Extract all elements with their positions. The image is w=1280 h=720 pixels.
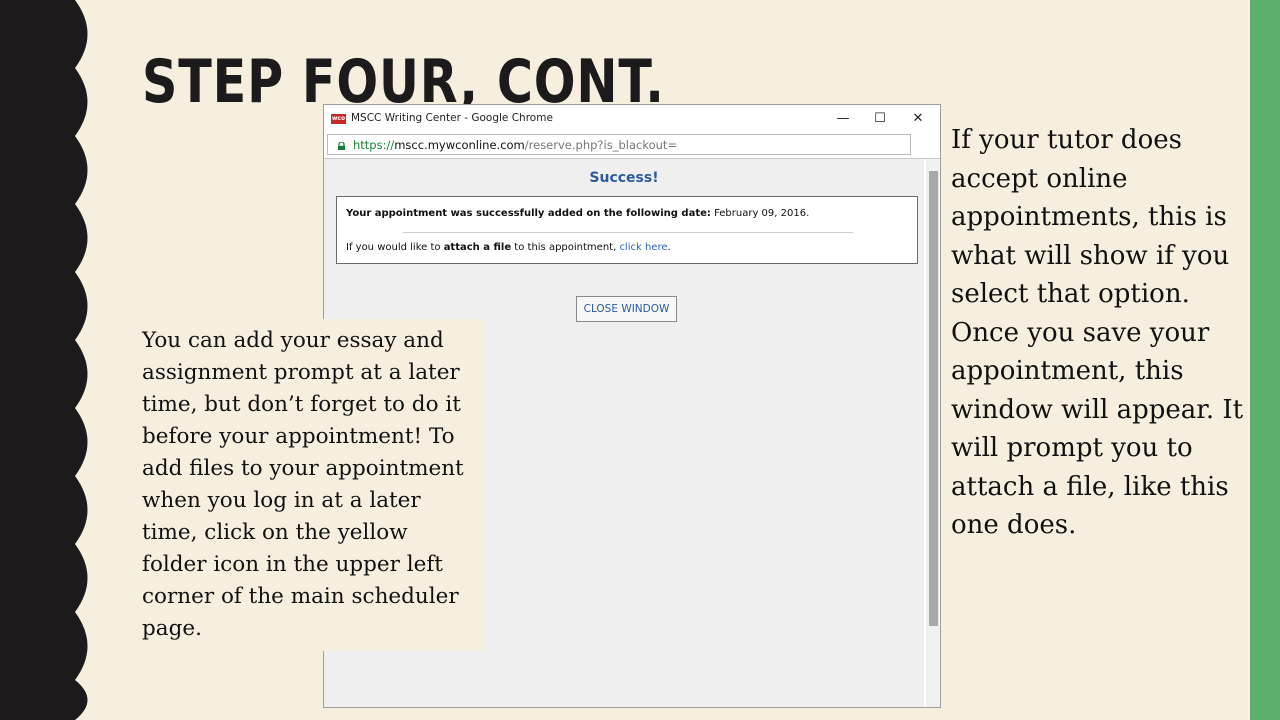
url-protocol: https:// — [353, 138, 395, 152]
window-titlebar: wco MSCC Writing Center - Google Chrome … — [324, 105, 940, 133]
url-field[interactable]: https://mscc.mywconline.com/reserve.php?… — [327, 134, 911, 155]
slide: STEP FOUR, CONT. wco MSCC Writing Center… — [0, 0, 1280, 720]
close-window-button[interactable]: CLOSE WINDOW — [576, 296, 677, 322]
minimize-button[interactable]: — — [832, 108, 854, 130]
maximize-button[interactable]: ☐ — [869, 108, 891, 130]
url-host: mscc.mywconline.com — [394, 138, 525, 152]
attach-end: . — [667, 242, 671, 253]
confirmation-message-box: Your appointment was successfully added … — [336, 196, 918, 264]
right-note-text: If your tutor does accept online appoint… — [951, 125, 1244, 540]
left-note-text: You can add your essay and assignment pr… — [128, 319, 484, 651]
divider — [403, 232, 853, 233]
window-title: MSCC Writing Center - Google Chrome — [351, 112, 553, 124]
url-path: /reserve.php?is_blackout= — [524, 138, 678, 152]
attach-file-text: attach a file — [443, 242, 512, 253]
url-text: https://mscc.mywconline.com/reserve.php?… — [353, 138, 677, 152]
attach-prefix: If you would like to — [346, 242, 444, 253]
confirmation-line: Your appointment was successfully added … — [346, 208, 809, 219]
address-bar: https://mscc.mywconline.com/reserve.php?… — [324, 133, 940, 159]
appointment-date: February 09, 2016. — [710, 208, 810, 219]
click-here-link[interactable]: click here — [619, 242, 667, 253]
lock-icon — [338, 142, 345, 150]
attach-mid: to this appointment, — [511, 242, 620, 253]
attach-file-line: If you would like to attach a file to th… — [346, 242, 671, 253]
close-window-x-button[interactable]: ✕ — [907, 108, 929, 130]
wco-app-icon: wco — [331, 114, 346, 124]
vertical-scrollbar[interactable] — [926, 159, 940, 707]
wavy-left-border — [0, 0, 88, 720]
green-right-band — [1250, 0, 1280, 720]
scrollbar-thumb[interactable] — [929, 171, 938, 626]
confirmation-text: Your appointment was successfully added … — [346, 208, 711, 219]
success-heading: Success! — [589, 170, 659, 186]
